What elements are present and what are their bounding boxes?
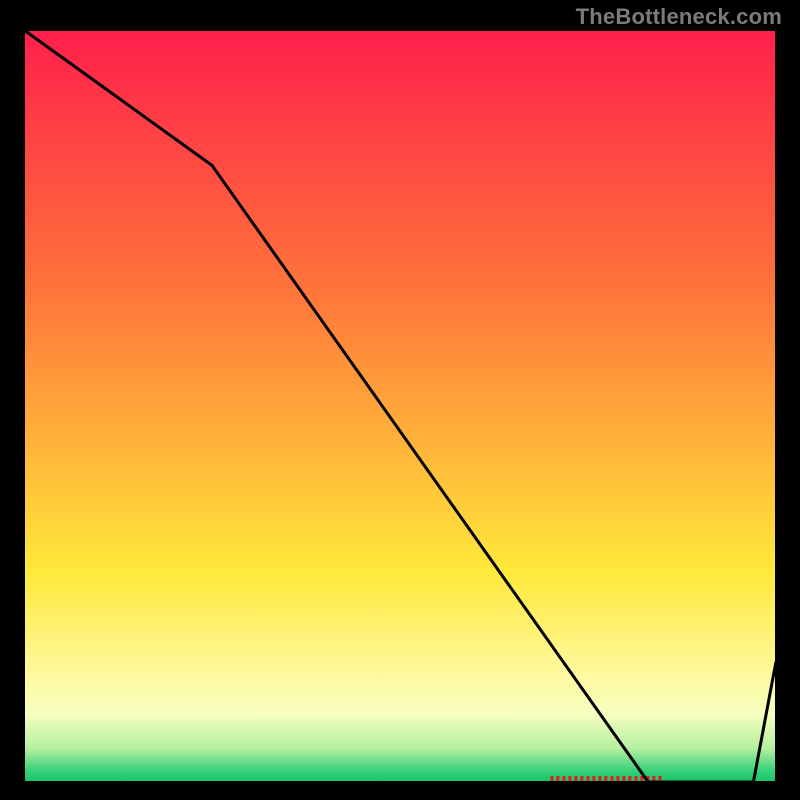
plot-area — [24, 30, 776, 782]
bottleneck-chart — [0, 0, 800, 800]
attribution-label: TheBottleneck.com — [576, 4, 782, 30]
chart-container: TheBottleneck.com — [0, 0, 800, 800]
